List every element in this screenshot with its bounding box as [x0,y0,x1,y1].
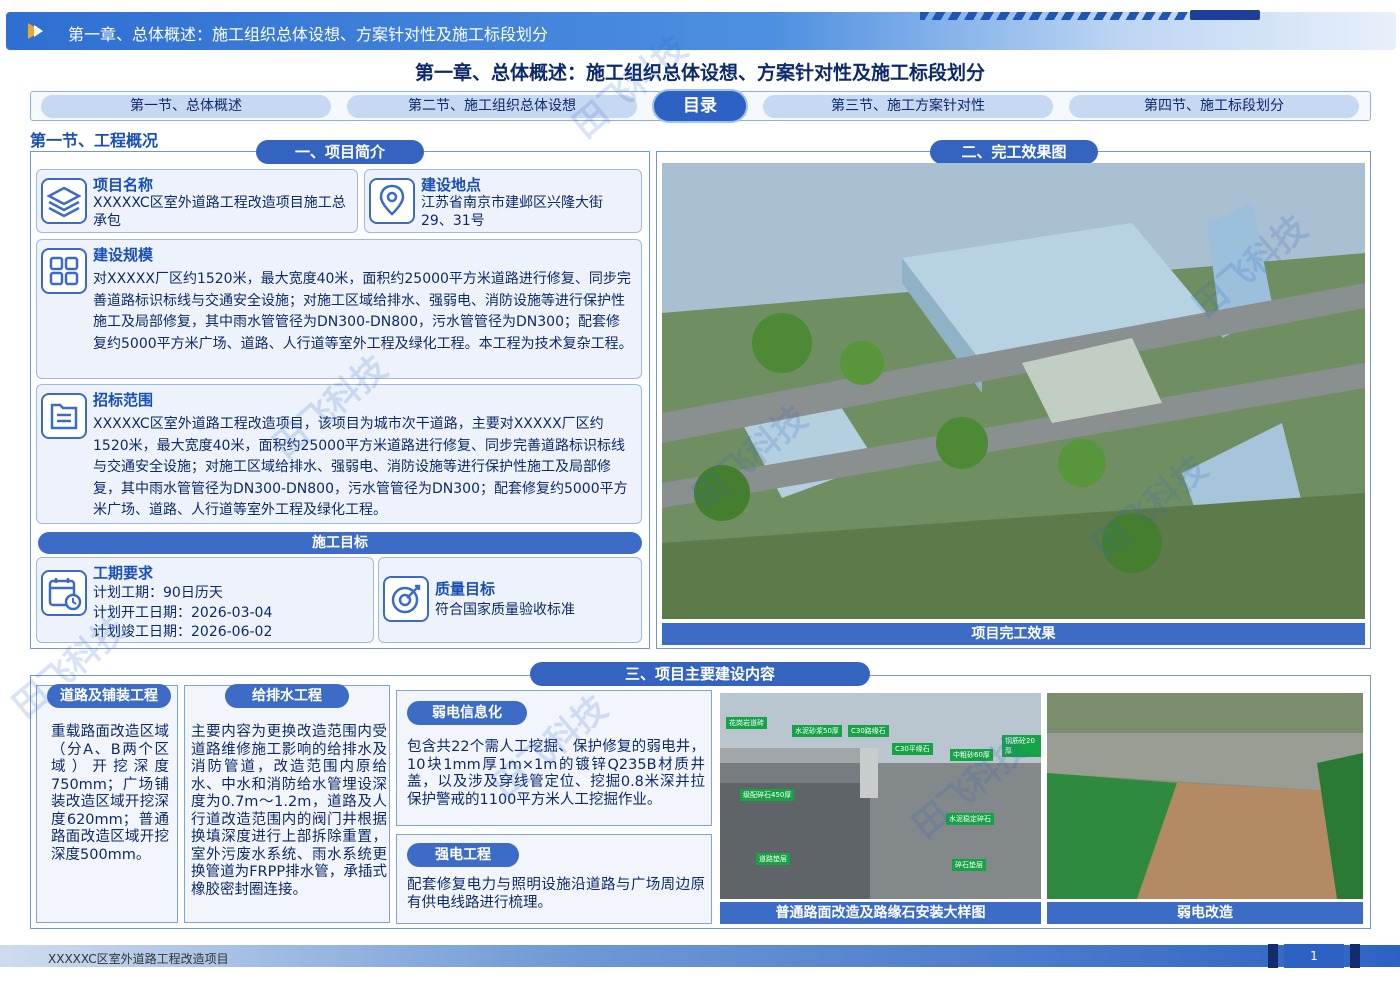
completion-rendering-image [662,163,1365,619]
bid-scope-card: 招标范围 XXXXXC区室外道路工程改造项目，该项目为城市次干道路，主要对XXX… [36,384,642,524]
schedule-line-3: 计划竣工日期：2026-06-02 [93,624,273,640]
quality-card: 质量目标 符合国家质量验收标准 [378,557,642,643]
schedule-line-1: 计划工期：90日历天 [93,585,223,601]
schedule-title: 工期要求 [93,564,154,582]
water-column: 给排水工程 主要内容为更换改造范围内受道路维修施工影响的给排水及消防管道，改造范… [184,684,390,923]
construction-pill: 三、项目主要建设内容 [530,662,870,686]
road-text: 重载路面改造区域（分A、B两个区域）开挖深度750mm；广场铺装改造区域开挖深度… [51,724,169,863]
banner-title: 第一章、总体概述：施工组织总体设想、方案针对性及施工标段划分 [68,25,549,44]
schedule-line-2: 计划开工日期：2026-03-04 [93,604,273,621]
intro-pill: 一、项目简介 [256,140,424,164]
quality-target-icon [383,576,429,622]
effect-pill: 二、完工效果图 [930,140,1098,164]
tab-section-3[interactable]: 第三节、施工方案针对性 [763,95,1053,118]
tab-section-1[interactable]: 第一节、总体概述 [41,95,331,118]
construction-target-bar: 施工目标 [38,532,642,554]
strong-current-text: 配套修复电力与照明设施沿道路与广场周边原有供电线路进行梳理。 [407,877,705,911]
scale-title: 建设规模 [93,246,154,264]
weak-current-tag: 弱电信息化 [407,701,527,725]
strong-current-tag: 强电工程 [407,843,519,867]
play-icon-inner [34,25,43,37]
road-detail-diagram: 花岗岩道砖 水泥砂浆50厚 C30路缘石 C30平缘石 中粗砂60厚 级配碎石4… [720,693,1041,899]
quality-text: 符合国家质量验收标准 [435,602,575,618]
page-number: 1 [1284,944,1344,968]
road-column: 道路及铺装工程 重载路面改造区域（分A、B两个区域）开挖深度750mm；广场铺装… [36,684,178,923]
weak-current-caption: 弱电改造 [1047,902,1363,924]
tab-section-2[interactable]: 第二节、施工组织总体设想 [347,95,637,118]
scale-text: 对XXXXX厂区约1520米，最大宽度40米，面积约25000平方米道路进行修复… [93,271,633,352]
table-of-contents-button[interactable]: 目录 [652,89,748,123]
bid-scope-text: XXXXXC区室外道路工程改造项目，该项目为城市次干道路，主要对XXXXX厂区约… [93,416,628,519]
project-name-text: XXXXXC区室外道路工程改造项目施工总承包 [93,195,346,229]
layers-icon [41,178,87,224]
diagram-label-8: 道路垫层 [756,853,790,865]
diagram-label-9: 碎石垫层 [952,859,986,871]
diagram-label-1: 花岗岩道砖 [726,717,767,729]
road-tag: 道路及铺装工程 [47,684,171,708]
document-list-icon [41,393,87,439]
tab-section-4[interactable]: 第四节、施工标段划分 [1069,95,1359,118]
diagram-label-3: C30路缘石 [848,725,889,737]
decorative-bar [1190,10,1260,20]
calendar-clock-icon [41,570,87,616]
weak-current-column: 弱电信息化 包含共22个需人工挖掘、保护修复的弱电井，10块1mm厚1m×1m的… [396,690,712,826]
location-card: 建设地点 江苏省南京市建邺区兴隆大街29、31号 [364,169,642,233]
diagram-label-4: C30平缘石 [892,743,933,755]
location-text: 江苏省南京市建邺区兴隆大街29、31号 [421,195,603,229]
location-title: 建设地点 [421,176,482,194]
weak-current-text: 包含共22个需人工挖掘、保护修复的弱电井，10块1mm厚1m×1m的镀锌Q235… [407,739,705,808]
diagram-label-10: 钢筋砼20厚 [1002,735,1041,757]
diagram-label-5: 中粗砂60厚 [950,749,993,761]
project-name-title: 项目名称 [93,176,154,194]
footer-project-name: XXXXXC区室外道路工程改造项目 [48,952,229,966]
road-detail-caption: 普通路面改造及路缘石安装大样图 [720,902,1041,924]
project-name-card: 项目名称 XXXXXC区室外道路工程改造项目施工总承包 [36,169,358,233]
location-pin-icon [369,178,415,224]
schedule-card: 工期要求 计划工期：90日历天 计划开工日期：2026-03-04 计划竣工日期… [36,557,374,643]
water-text: 主要内容为更换改造范围内受道路维修施工影响的给排水及消防管道，改造范围内原给水、… [191,724,387,898]
bid-scope-title: 招标范围 [93,391,154,409]
scale-card: 建设规模 对XXXXX厂区约1520米，最大宽度40米，面积约25000平方米道… [36,239,642,379]
grid-icon [41,248,87,294]
diagram-label-7: 水泥稳定碎石 [946,813,994,825]
water-tag: 给排水工程 [225,684,349,708]
quality-title: 质量目标 [435,580,496,598]
effect-caption: 项目完工效果 [662,623,1365,645]
weak-current-photo [1047,693,1363,899]
footer-accent-left [1268,944,1278,968]
strong-current-column: 强电工程 配套修复电力与照明设施沿道路与广场周边原有供电线路进行梳理。 [396,834,712,924]
diagram-label-6: 级配碎石450厚 [740,789,795,801]
diagram-label-2: 水泥砂浆50厚 [792,725,842,737]
footer-accent-right [1350,944,1360,968]
section-heading: 第一节、工程概况 [30,131,159,150]
page-title: 第一章、总体概述：施工组织总体设想、方案针对性及施工标段划分 [414,62,985,84]
